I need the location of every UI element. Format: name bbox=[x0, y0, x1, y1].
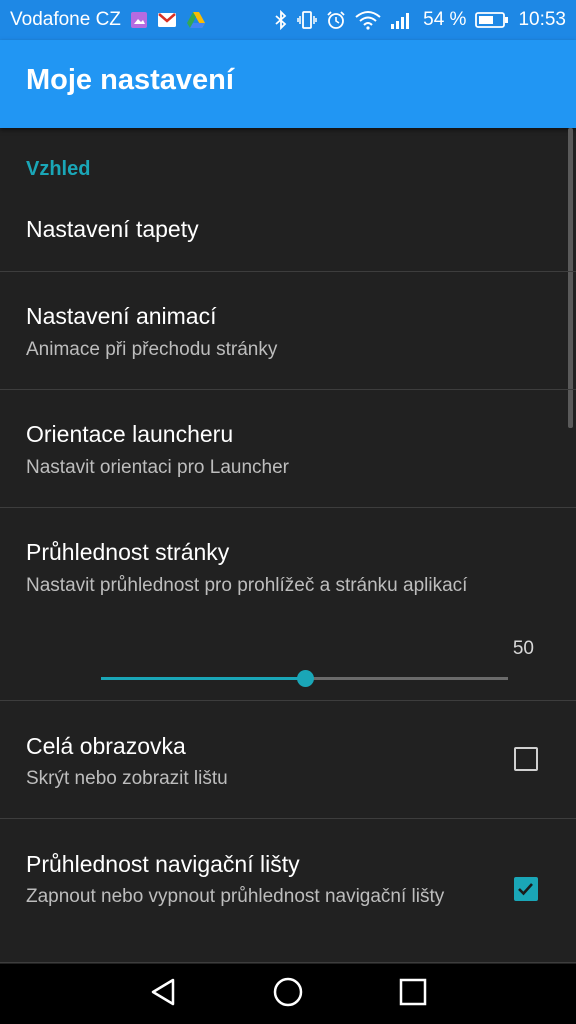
vibrate-icon bbox=[297, 10, 317, 30]
bluetooth-icon bbox=[274, 10, 288, 30]
slider-thumb[interactable] bbox=[296, 670, 314, 687]
pref-summary: Skrýt nebo zobrazit lištu bbox=[26, 768, 228, 789]
back-button[interactable] bbox=[143, 974, 183, 1014]
pref-summary: Zapnout nebo vypnout průhlednost navigač… bbox=[26, 886, 445, 907]
nav-transparency-checkbox[interactable] bbox=[514, 877, 538, 901]
battery-icon bbox=[475, 11, 509, 29]
recents-button[interactable] bbox=[393, 974, 433, 1014]
screen: Vodafone CZ 54 % 10:53 Moje nastavení Vz… bbox=[0, 0, 576, 1024]
pref-title: Průhlednost navigační lišty bbox=[26, 851, 300, 877]
drive-icon bbox=[186, 11, 206, 29]
settings-list[interactable]: Vzhled Nastavení tapety Nastavení animac… bbox=[0, 128, 576, 964]
gmail-icon bbox=[157, 12, 177, 28]
page-title: Moje nastavení bbox=[26, 64, 234, 96]
pref-wallpaper[interactable]: Nastavení tapety bbox=[0, 196, 576, 272]
divider bbox=[0, 962, 576, 963]
alarm-icon bbox=[326, 10, 346, 30]
pref-page-transparency[interactable]: Průhlednost stránky Nastavit průhlednost… bbox=[0, 508, 576, 700]
pref-title: Nastavení tapety bbox=[26, 216, 199, 242]
navigation-bar bbox=[0, 964, 576, 1024]
clock: 10:53 bbox=[518, 9, 566, 30]
pref-title: Průhlednost stránky bbox=[26, 539, 230, 565]
status-bar: Vodafone CZ 54 % 10:53 bbox=[0, 0, 576, 40]
home-button[interactable] bbox=[268, 974, 308, 1014]
signal-icon bbox=[390, 10, 414, 30]
pref-fullscreen[interactable]: Celá obrazovka Skrýt nebo zobrazit lištu bbox=[0, 701, 576, 818]
category-header: Vzhled bbox=[26, 158, 91, 180]
gallery-icon bbox=[130, 11, 148, 29]
pref-orientation[interactable]: Orientace launcheru Nastavit orientaci p… bbox=[0, 390, 576, 507]
pref-summary: Animace při přechodu stránky bbox=[26, 339, 278, 360]
recents-icon bbox=[399, 978, 427, 1011]
pref-nav-transparency[interactable]: Průhlednost navigační lišty Zapnout nebo… bbox=[0, 819, 576, 964]
pref-title: Celá obrazovka bbox=[26, 733, 186, 759]
transparency-slider[interactable] bbox=[101, 670, 508, 687]
pref-title: Orientace launcheru bbox=[26, 421, 234, 447]
fullscreen-checkbox[interactable] bbox=[514, 747, 538, 771]
slider-value: 50 bbox=[512, 638, 534, 659]
pref-summary: Nastavit orientaci pro Launcher bbox=[26, 457, 289, 478]
carrier-name: Vodafone CZ bbox=[10, 9, 121, 30]
app-bar: Moje nastavení bbox=[0, 40, 576, 128]
wifi-icon bbox=[355, 10, 381, 30]
pref-summary: Nastavit průhlednost pro prohlížeč a str… bbox=[26, 575, 468, 596]
home-icon bbox=[272, 976, 304, 1013]
battery-percent: 54 % bbox=[423, 9, 467, 30]
pref-title: Nastavení animací bbox=[26, 303, 217, 329]
slider-fill bbox=[101, 677, 305, 680]
back-icon bbox=[149, 977, 177, 1012]
pref-animation[interactable]: Nastavení animací Animace při přechodu s… bbox=[0, 272, 576, 389]
